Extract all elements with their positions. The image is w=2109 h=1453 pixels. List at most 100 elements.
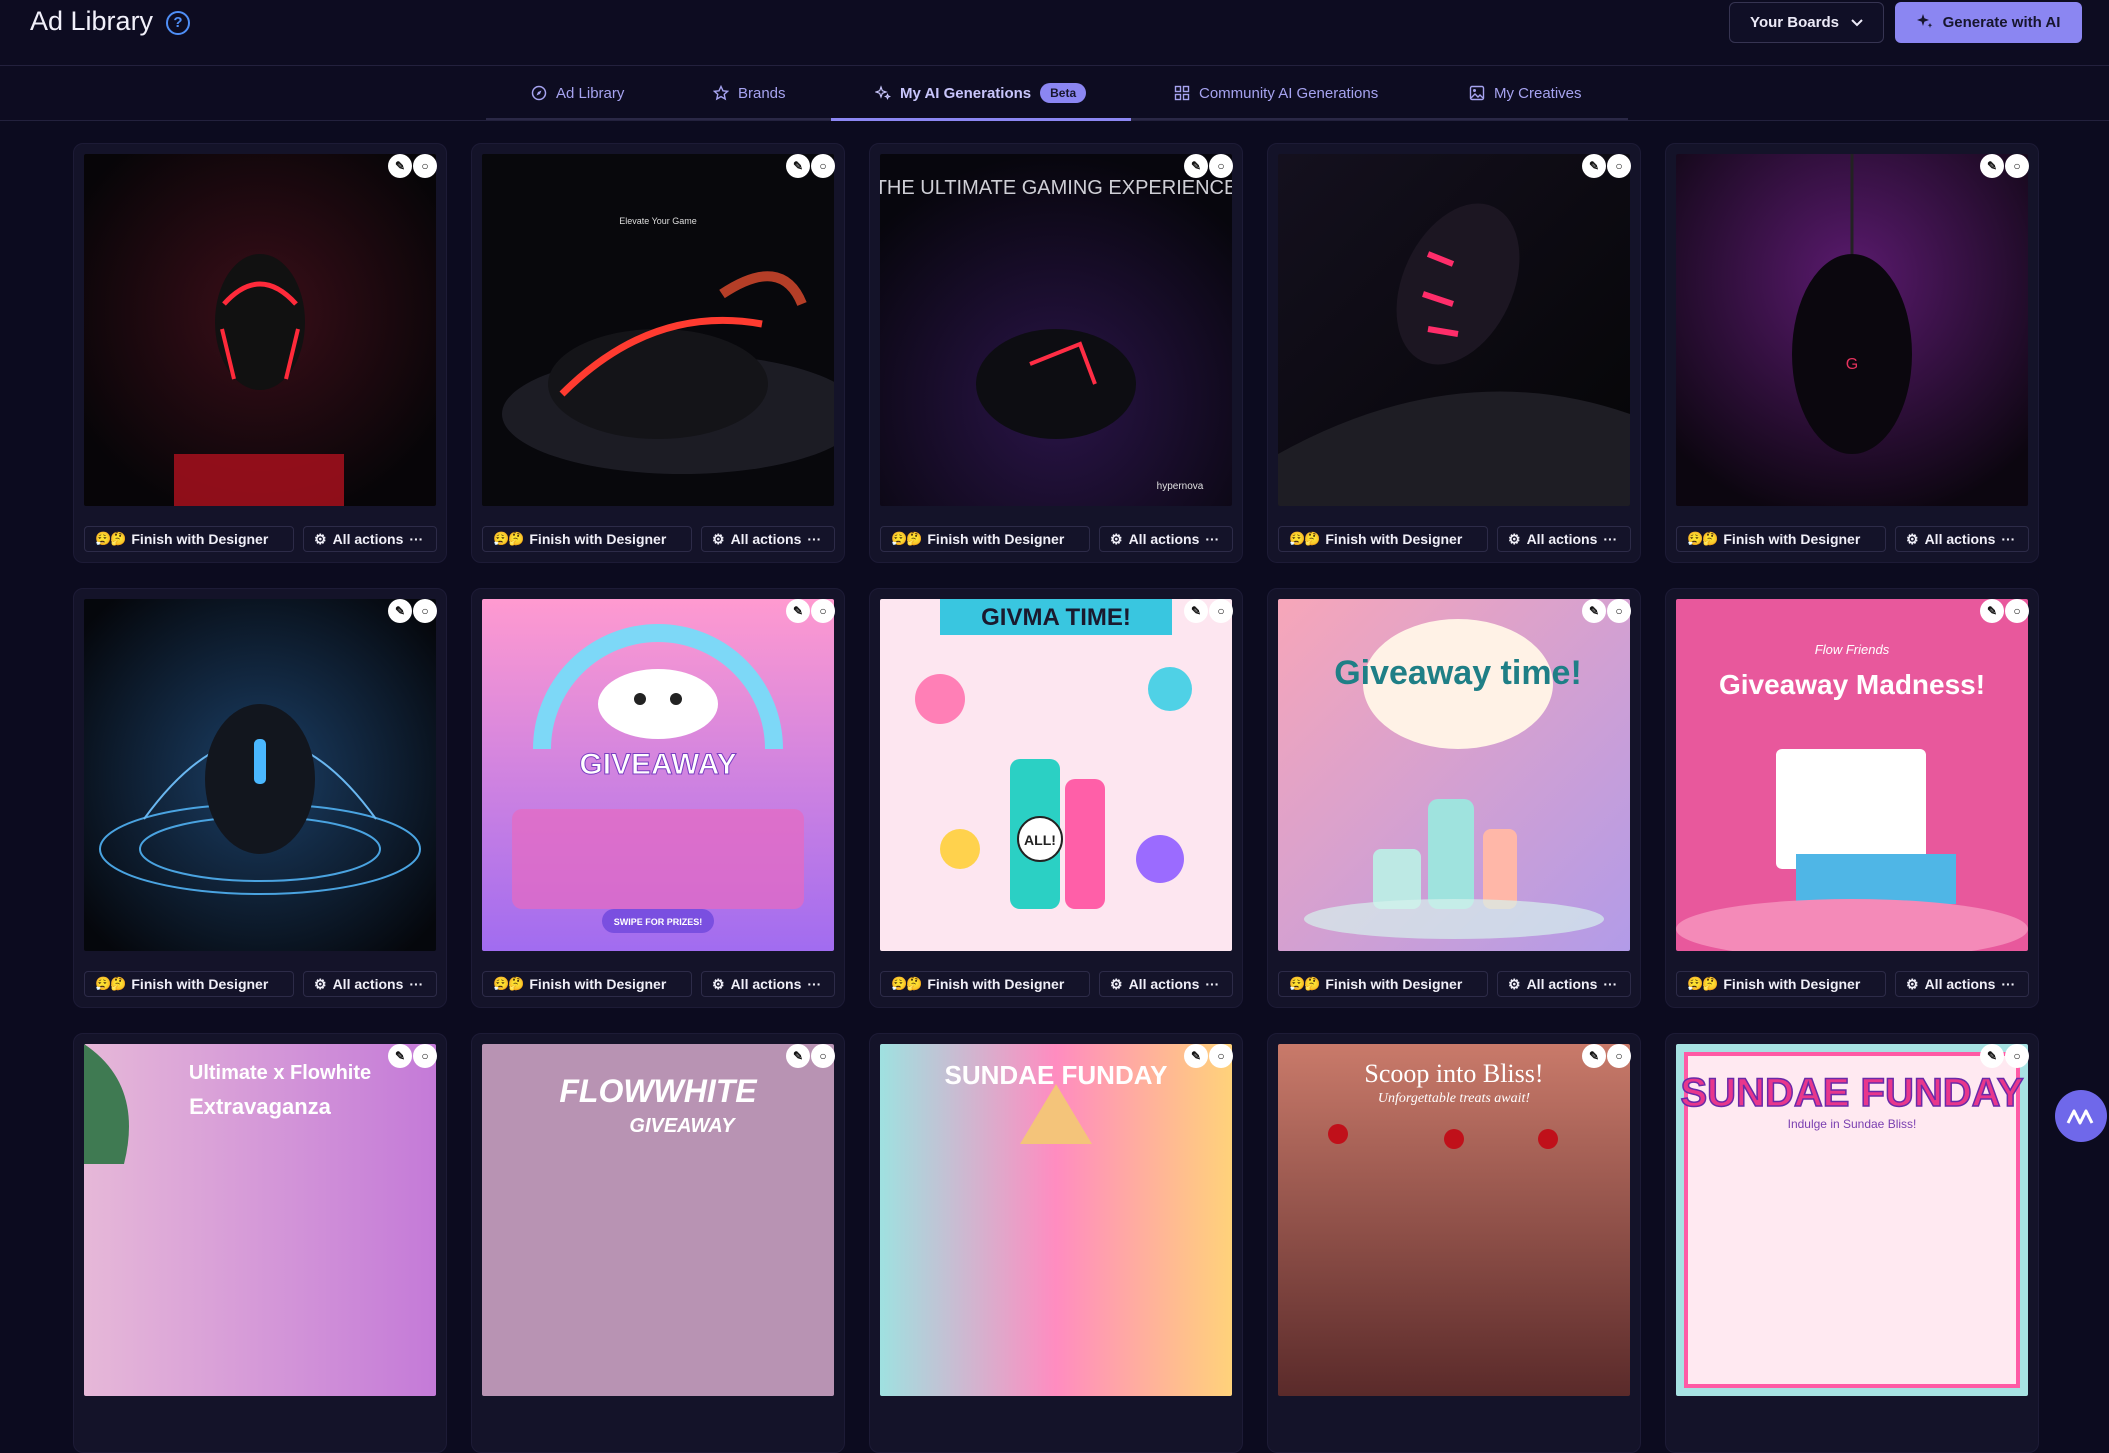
- tab-brands[interactable]: Brands: [713, 66, 786, 120]
- comment-icon[interactable]: ○: [413, 154, 437, 178]
- generation-card[interactable]: GIVEAWAY SWIPE FOR PRIZES! ✎ ○ 😮‍💨🤔 Finis…: [471, 588, 845, 1008]
- comment-icon[interactable]: ○: [2005, 154, 2029, 178]
- finish-with-designer-button[interactable]: 😮‍💨🤔 Finish with Designer: [84, 526, 294, 552]
- generation-card[interactable]: SUNDAE FUNDAY Indulge in Sundae Bliss! ✎…: [1665, 1033, 2039, 1453]
- more-icon: ···: [1205, 976, 1220, 992]
- generation-image[interactable]: THE ULTIMATE GAMING EXPERIENCE hypernova: [880, 154, 1232, 506]
- question-circle-icon[interactable]: ?: [166, 11, 190, 35]
- comment-icon[interactable]: ○: [1607, 599, 1631, 623]
- comment-icon[interactable]: ○: [811, 1044, 835, 1068]
- generation-image[interactable]: SUNDAE FUNDAY Indulge in Sundae Bliss!: [1676, 1044, 2028, 1396]
- generation-image[interactable]: Giveaway time!: [1278, 599, 1630, 951]
- all-actions-button[interactable]: ⚙ All actions ···: [1497, 971, 1631, 997]
- generation-card[interactable]: FLOWWHITE GIVEAWAY ✎ ○: [471, 1033, 845, 1453]
- generation-card[interactable]: THE ULTIMATE GAMING EXPERIENCE hypernova…: [869, 143, 1243, 563]
- edit-icon[interactable]: ✎: [388, 599, 412, 623]
- generation-card[interactable]: ✎ ○ 😮‍💨🤔 Finish with Designer ⚙ All action…: [1267, 143, 1641, 563]
- comment-icon[interactable]: ○: [811, 154, 835, 178]
- generation-image[interactable]: Elevate Your Game: [482, 154, 834, 506]
- generation-card[interactable]: ✎ ○ 😮‍💨🤔 Finish with Designer ⚙ All action…: [73, 143, 447, 563]
- finish-with-designer-button[interactable]: 😮‍💨🤔 Finish with Designer: [482, 971, 692, 997]
- finish-with-designer-button[interactable]: 😮‍💨🤔 Finish with Designer: [1676, 971, 1886, 997]
- all-actions-button[interactable]: ⚙ All actions ···: [1099, 526, 1233, 552]
- all-actions-label: All actions: [730, 531, 802, 547]
- edit-icon[interactable]: ✎: [1582, 154, 1606, 178]
- generation-image[interactable]: SUNDAE FUNDAY: [880, 1044, 1232, 1396]
- edit-icon[interactable]: ✎: [1980, 154, 2004, 178]
- all-actions-button[interactable]: ⚙ All actions ···: [303, 526, 437, 552]
- comment-icon[interactable]: ○: [413, 1044, 437, 1068]
- generation-card[interactable]: ✎ ○ 😮‍💨🤔 Finish with Designer ⚙ All action…: [73, 588, 447, 1008]
- all-actions-button[interactable]: ⚙ All actions ···: [1099, 971, 1233, 997]
- finish-with-designer-button[interactable]: 😮‍💨🤔 Finish with Designer: [880, 971, 1090, 997]
- comment-icon[interactable]: ○: [1209, 599, 1233, 623]
- designer-emoji-icon: 😮‍💨🤔: [493, 976, 524, 991]
- edit-icon[interactable]: ✎: [1582, 599, 1606, 623]
- generation-card[interactable]: Ultimate x Flowhite Extravaganza ✎ ○: [73, 1033, 447, 1453]
- generation-image[interactable]: FLOWWHITE GIVEAWAY: [482, 1044, 834, 1396]
- generation-card[interactable]: Scoop into Bliss! Unforgettable treats a…: [1267, 1033, 1641, 1453]
- edit-icon[interactable]: ✎: [388, 154, 412, 178]
- generation-image[interactable]: GIVEAWAY SWIPE FOR PRIZES!: [482, 599, 834, 951]
- all-actions-button[interactable]: ⚙ All actions ···: [1895, 971, 2029, 997]
- finish-with-designer-button[interactable]: 😮‍💨🤔 Finish with Designer: [1278, 526, 1488, 552]
- edit-icon[interactable]: ✎: [1184, 154, 1208, 178]
- generation-image[interactable]: G: [1676, 154, 2028, 506]
- more-icon: ···: [2001, 976, 2016, 992]
- edit-icon[interactable]: ✎: [1582, 1044, 1606, 1068]
- edit-icon[interactable]: ✎: [388, 1044, 412, 1068]
- tab-my-ai-generations[interactable]: My AI Generations Beta: [830, 66, 1132, 121]
- edit-icon[interactable]: ✎: [1980, 599, 2004, 623]
- generation-image[interactable]: [84, 599, 436, 951]
- all-actions-button[interactable]: ⚙ All actions ···: [701, 971, 835, 997]
- comment-icon[interactable]: ○: [1607, 154, 1631, 178]
- generation-image[interactable]: GIVMA TIME! ALL!: [880, 599, 1232, 951]
- sparkle-icon: [1916, 13, 1933, 33]
- tab-community-ai-generations[interactable]: Community AI Generations: [1174, 66, 1378, 120]
- finish-with-designer-button[interactable]: 😮‍💨🤔 Finish with Designer: [1278, 971, 1488, 997]
- comment-icon[interactable]: ○: [2005, 1044, 2029, 1068]
- more-icon: ···: [409, 531, 424, 547]
- finish-with-designer-button[interactable]: 😮‍💨🤔 Finish with Designer: [482, 526, 692, 552]
- more-icon: ···: [807, 976, 822, 992]
- generation-image[interactable]: Scoop into Bliss! Unforgettable treats a…: [1278, 1044, 1630, 1396]
- generation-card[interactable]: Elevate Your Game ✎ ○ 😮‍💨🤔 Finish with De…: [471, 143, 845, 563]
- generation-card[interactable]: GIVMA TIME! ALL! ✎ ○ 😮‍💨🤔 Finish with Des…: [869, 588, 1243, 1008]
- edit-icon[interactable]: ✎: [786, 599, 810, 623]
- edit-icon[interactable]: ✎: [786, 154, 810, 178]
- edit-icon[interactable]: ✎: [1184, 599, 1208, 623]
- comment-icon[interactable]: ○: [2005, 599, 2029, 623]
- edit-icon[interactable]: ✎: [1184, 1044, 1208, 1068]
- all-actions-button[interactable]: ⚙ All actions ···: [303, 971, 437, 997]
- generate-with-ai-button[interactable]: Generate with AI: [1895, 2, 2082, 43]
- all-actions-label: All actions: [1128, 976, 1200, 992]
- finish-with-designer-button[interactable]: 😮‍💨🤔 Finish with Designer: [84, 971, 294, 997]
- finish-with-designer-button[interactable]: 😮‍💨🤔 Finish with Designer: [880, 526, 1090, 552]
- generation-card[interactable]: SUNDAE FUNDAY ✎ ○: [869, 1033, 1243, 1453]
- finish-with-designer-button[interactable]: 😮‍💨🤔 Finish with Designer: [1676, 526, 1886, 552]
- generation-card[interactable]: Giveaway time! ✎ ○ 😮‍💨🤔 Finish with Desig…: [1267, 588, 1641, 1008]
- comment-icon[interactable]: ○: [413, 599, 437, 623]
- comment-icon[interactable]: ○: [811, 599, 835, 623]
- all-actions-button[interactable]: ⚙ All actions ···: [1895, 526, 2029, 552]
- all-actions-button[interactable]: ⚙ All actions ···: [701, 526, 835, 552]
- edit-icon[interactable]: ✎: [1980, 1044, 2004, 1068]
- tab-ad-library[interactable]: Ad Library: [531, 66, 624, 120]
- support-chat-icon[interactable]: [2055, 1090, 2107, 1142]
- card-subtext: hypernova: [1157, 481, 1204, 492]
- generation-image[interactable]: Ultimate x Flowhite Extravaganza: [84, 1044, 436, 1396]
- comment-icon[interactable]: ○: [1209, 154, 1233, 178]
- generation-card[interactable]: G ✎ ○ 😮‍💨🤔 Finish with Designer ⚙ All acti…: [1665, 143, 2039, 563]
- generation-image[interactable]: [84, 154, 436, 506]
- card-subtext: GIVEAWAY: [629, 1115, 736, 1137]
- edit-icon[interactable]: ✎: [786, 1044, 810, 1068]
- tab-my-creatives[interactable]: My Creatives: [1469, 66, 1582, 120]
- finish-label: Finish with Designer: [927, 976, 1065, 992]
- your-boards-dropdown[interactable]: Your Boards: [1729, 2, 1884, 43]
- generation-image[interactable]: Flow Friends Giveaway Madness!: [1676, 599, 2028, 951]
- comment-icon[interactable]: ○: [1209, 1044, 1233, 1068]
- generation-image[interactable]: [1278, 154, 1630, 506]
- all-actions-button[interactable]: ⚙ All actions ···: [1497, 526, 1631, 552]
- generation-card[interactable]: Flow Friends Giveaway Madness! ✎ ○ 😮‍💨🤔 F…: [1665, 588, 2039, 1008]
- comment-icon[interactable]: ○: [1607, 1044, 1631, 1068]
